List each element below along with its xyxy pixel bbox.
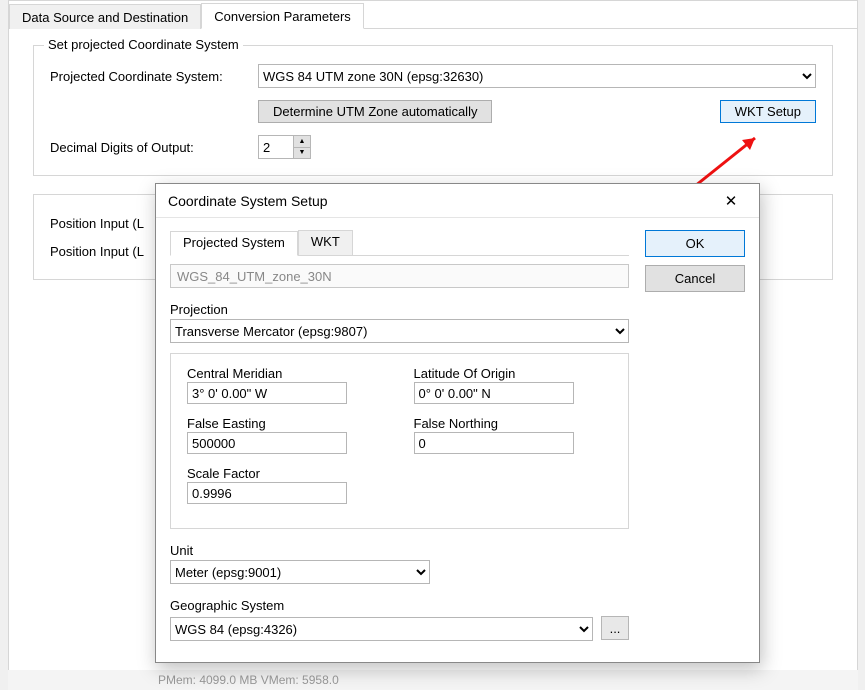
false-easting-input[interactable] xyxy=(187,432,347,454)
ok-button[interactable]: OK xyxy=(645,230,745,257)
central-meridian-input[interactable] xyxy=(187,382,347,404)
dialog-titlebar: Coordinate System Setup ✕ xyxy=(156,184,759,218)
tab-projected-system[interactable]: Projected System xyxy=(170,231,298,256)
spinner-down-icon[interactable]: ▼ xyxy=(294,148,310,159)
dialog-title: Coordinate System Setup xyxy=(168,193,328,209)
scale-factor-label: Scale Factor xyxy=(187,466,260,481)
false-easting-label: False Easting xyxy=(187,416,266,431)
dialog-tab-strip: Projected System WKT xyxy=(170,230,629,256)
wkt-setup-button[interactable]: WKT Setup xyxy=(720,100,816,123)
coordinate-system-setup-dialog: Coordinate System Setup ✕ Projected Syst… xyxy=(155,183,760,663)
decimal-digits-input[interactable] xyxy=(259,136,293,158)
unit-label: Unit xyxy=(170,543,629,558)
cs-name-field[interactable] xyxy=(170,264,629,288)
geographic-system-select[interactable]: WGS 84 (epsg:4326) xyxy=(170,617,593,641)
pcs-label: Projected Coordinate System: xyxy=(50,69,248,84)
geographic-system-label: Geographic System xyxy=(170,598,629,613)
spinner-up-icon[interactable]: ▲ xyxy=(294,136,310,148)
tab-wkt[interactable]: WKT xyxy=(298,230,353,255)
tab-data-source[interactable]: Data Source and Destination xyxy=(9,4,201,29)
pcs-select[interactable]: WGS 84 UTM zone 30N (epsg:32630) xyxy=(258,64,816,88)
geographic-system-browse-button[interactable]: ... xyxy=(601,616,629,640)
main-tab-strip: Data Source and Destination Conversion P… xyxy=(9,1,857,29)
central-meridian-label: Central Meridian xyxy=(187,366,282,381)
determine-utm-button[interactable]: Determine UTM Zone automatically xyxy=(258,100,492,123)
cancel-button[interactable]: Cancel xyxy=(645,265,745,292)
status-bar: PMem: 4099.0 MB VMem: 5958.0 xyxy=(8,670,858,690)
lat-origin-label: Latitude Of Origin xyxy=(414,366,516,381)
projection-label: Projection xyxy=(170,302,629,317)
decimal-digits-spinner[interactable]: ▲ ▼ xyxy=(258,135,311,159)
false-northing-label: False Northing xyxy=(414,416,499,431)
scale-factor-input[interactable] xyxy=(187,482,347,504)
projection-params-group: Central Meridian Latitude Of Origin Fals… xyxy=(170,353,629,529)
close-icon[interactable]: ✕ xyxy=(713,187,749,215)
set-projected-cs-group: Set projected Coordinate System Projecte… xyxy=(33,45,833,176)
lat-origin-input[interactable] xyxy=(414,382,574,404)
projection-select[interactable]: Transverse Mercator (epsg:9807) xyxy=(170,319,629,343)
set-projected-cs-legend: Set projected Coordinate System xyxy=(44,37,243,52)
tab-conversion-parameters[interactable]: Conversion Parameters xyxy=(201,3,364,29)
false-northing-input[interactable] xyxy=(414,432,574,454)
unit-select[interactable]: Meter (epsg:9001) xyxy=(170,560,430,584)
digits-label: Decimal Digits of Output: xyxy=(50,140,248,155)
